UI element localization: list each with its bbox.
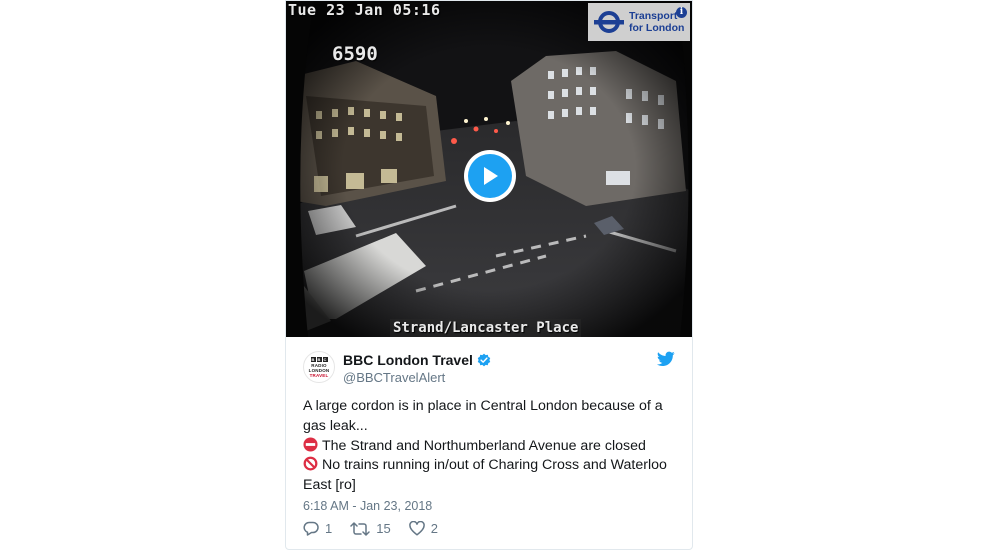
retweet-button[interactable]: 15 bbox=[350, 521, 391, 536]
camera-id: 6590 bbox=[332, 43, 378, 65]
reply-button[interactable]: 1 bbox=[303, 521, 332, 536]
avatar-line-travel: TRAVEL bbox=[309, 372, 329, 378]
twitter-bird-icon[interactable] bbox=[657, 351, 675, 367]
author-handle[interactable]: @BBCTravelAlert bbox=[343, 370, 445, 385]
tweet-header: BBC RADIO LONDON TRAVEL BBC London Trave… bbox=[303, 351, 677, 387]
author-name[interactable]: BBC London Travel bbox=[343, 352, 491, 368]
avatar[interactable]: BBC RADIO LONDON TRAVEL bbox=[303, 351, 335, 383]
play-button[interactable] bbox=[464, 150, 516, 202]
play-icon bbox=[484, 167, 498, 185]
no-entry-icon bbox=[303, 437, 318, 452]
retweet-icon bbox=[350, 521, 370, 536]
bbc-blocks-icon: BBC bbox=[310, 356, 328, 362]
prohibited-icon bbox=[303, 456, 318, 471]
author-name-text: BBC London Travel bbox=[343, 352, 473, 368]
play-button-circle bbox=[468, 154, 512, 198]
tweet-line-1: A large cordon is in place in Central Lo… bbox=[303, 398, 663, 414]
tweet-actions: 1 15 2 bbox=[303, 521, 456, 536]
verified-badge-icon bbox=[477, 353, 491, 367]
tweet-line-4-text: No trains running in/out of Charing Cros… bbox=[322, 457, 667, 474]
camera-timestamp: Tue 23 Jan 05:16 bbox=[288, 1, 441, 19]
like-button[interactable]: 2 bbox=[408, 521, 438, 536]
retweet-count: 15 bbox=[376, 521, 391, 536]
info-icon[interactable]: i bbox=[676, 7, 687, 18]
tweet-text: A large cordon is in place in Central Lo… bbox=[303, 397, 683, 496]
reply-count: 1 bbox=[325, 521, 333, 536]
heart-icon bbox=[408, 521, 425, 536]
tweet-timestamp[interactable]: 6:18 AM - Jan 23, 2018 bbox=[303, 499, 432, 513]
like-count: 2 bbox=[430, 521, 438, 536]
tfl-logo: Transport for London i bbox=[588, 3, 690, 41]
tweet-line-5: East [ro] bbox=[303, 477, 356, 494]
tweet-line-3-text: The Strand and Northumberland Avenue are… bbox=[322, 437, 646, 454]
tweet-line-4: No trains running in/out of Charing Cros… bbox=[303, 456, 683, 476]
reply-icon bbox=[303, 521, 319, 536]
tweet-line-2: gas leak... bbox=[303, 417, 368, 434]
camera-location-label: Strand/Lancaster Place bbox=[390, 319, 582, 337]
tfl-roundel-icon bbox=[594, 11, 624, 33]
tweet-line-3: The Strand and Northumberland Avenue are… bbox=[303, 437, 683, 457]
tfl-line-2: for London bbox=[629, 22, 685, 34]
tweet-card: Tue 23 Jan 05:16 6590 Strand/Lancaster P… bbox=[285, 0, 693, 550]
video-player[interactable]: Tue 23 Jan 05:16 6590 Strand/Lancaster P… bbox=[286, 1, 692, 337]
